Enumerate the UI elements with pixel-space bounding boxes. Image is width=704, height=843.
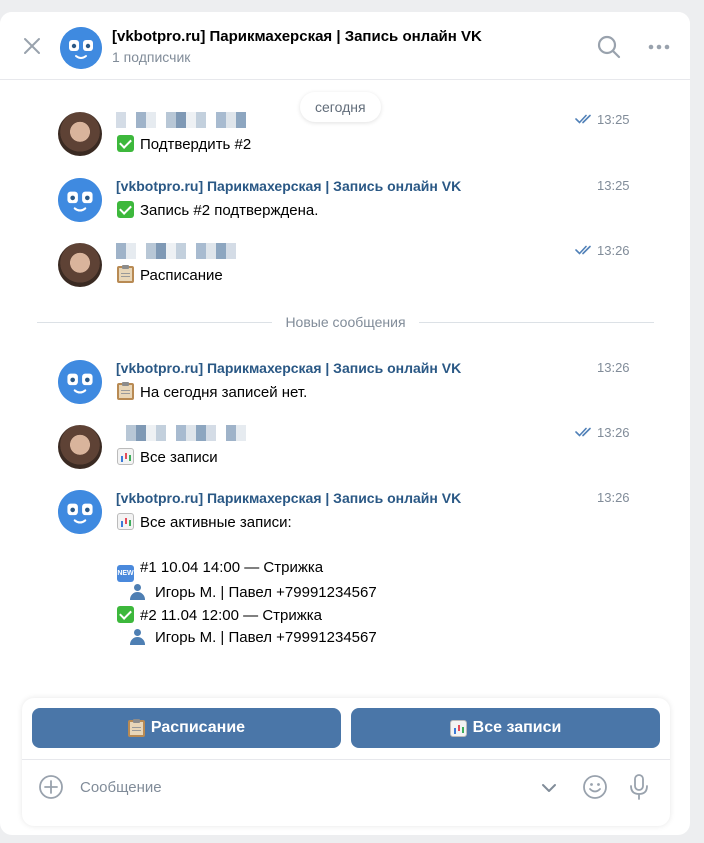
chat-window: [vkbotpro.ru] Парикмахерская | Запись он…: [0, 12, 690, 835]
user-message: 13:26 Расписание​: [0, 243, 690, 288]
schedule-button[interactable]: Расписание: [32, 708, 341, 748]
message-line: Подтвердить #2​: [117, 134, 251, 157]
bot-avatar[interactable]: [58, 490, 102, 534]
more-icon[interactable]: [646, 36, 672, 58]
divider-label: Новые сообщения: [276, 314, 415, 330]
check-mark-icon: [117, 135, 134, 152]
user-avatar[interactable]: [58, 112, 102, 156]
chat-header: [vkbotpro.ru] Парикмахерская | Запись он…: [0, 12, 690, 80]
message-line: NEW#1 10.04 14:00 — Стрижка​: [117, 557, 377, 582]
emoji-icon[interactable]: [582, 774, 608, 800]
bar-chart-icon: [117, 448, 134, 465]
user-message: 13:26 Все записи​: [0, 425, 690, 470]
bot-face-icon: [60, 27, 102, 69]
bar-chart-icon: [449, 719, 467, 737]
user-avatar[interactable]: [58, 425, 102, 469]
bar-chart-icon: [117, 513, 134, 530]
button-label: Расписание: [150, 719, 246, 736]
attach-icon[interactable]: [38, 774, 64, 800]
message-line: Запись #2 подтверждена.​: [117, 200, 318, 223]
composer: Расписание Все записи: [22, 698, 670, 826]
message-text: Подтвердить #2​: [117, 134, 251, 157]
message-line: Игорь М. | Павел +79991234567​: [117, 627, 377, 650]
sender-name-blurred[interactable]: [116, 112, 246, 128]
message-time: 13:26: [575, 425, 630, 440]
bot-message: [vkbotpro.ru] Парикмахерская | Запись он…: [0, 490, 690, 647]
new-badge-icon: NEW: [117, 565, 134, 582]
message-line: ​: [117, 535, 377, 558]
user-avatar[interactable]: [58, 243, 102, 287]
new-messages-divider: Новые сообщения: [37, 312, 654, 332]
sender-name[interactable]: [vkbotpro.ru] Парикмахерская | Запись он…: [116, 360, 461, 376]
message-line: Игорь М. | Павел +79991234567​: [117, 582, 377, 605]
bot-message: [vkbotpro.ru] Парикмахерская | Запись он…: [0, 178, 690, 223]
message-line: Все активные записи:​: [117, 512, 377, 535]
message-time: 13:25: [575, 112, 630, 127]
check-mark-icon: [117, 201, 134, 218]
user-silhouette-icon: [127, 628, 149, 645]
bot-avatar[interactable]: [58, 360, 102, 404]
chevron-down-icon[interactable]: [539, 778, 559, 798]
date-pill: сегодня: [300, 92, 381, 122]
bot-message: [vkbotpro.ru] Парикмахерская | Запись он…: [0, 360, 690, 405]
message-line: Расписание​: [117, 265, 223, 288]
message-time: 13:26: [597, 490, 630, 505]
bot-avatar[interactable]: [58, 178, 102, 222]
read-checkmarks-icon: [575, 114, 591, 124]
close-icon[interactable]: [20, 34, 44, 58]
chat-title[interactable]: [vkbotpro.ru] Парикмахерская | Запись он…: [112, 28, 482, 45]
message-line: #2 11.04 12:00 — Стрижка​: [117, 605, 377, 628]
user-silhouette-icon: [127, 583, 149, 600]
sender-name-blurred[interactable]: [116, 243, 246, 259]
clipboard-icon: [117, 265, 134, 283]
message-input[interactable]: [80, 776, 520, 798]
message-line: На сегодня записей нет.​: [117, 382, 307, 405]
message-time: 13:26: [575, 243, 630, 258]
message-text: Запись #2 подтверждена.​: [117, 200, 318, 223]
read-checkmarks-icon: [575, 427, 591, 437]
message-line: Все записи​: [117, 447, 218, 470]
message-text: Все записи​: [117, 447, 218, 470]
read-checkmarks-icon: [575, 245, 591, 255]
message-text: На сегодня записей нет.​: [117, 382, 307, 405]
microphone-icon[interactable]: [628, 773, 650, 801]
message-time: 13:25: [597, 178, 630, 193]
sender-name-blurred[interactable]: [116, 425, 246, 441]
sender-name[interactable]: [vkbotpro.ru] Парикмахерская | Запись он…: [116, 490, 461, 506]
message-history: сегодня Новые сообщения 13:25 Подтвердить…: [0, 80, 690, 700]
clipboard-icon: [127, 718, 145, 737]
check-mark-icon: [117, 605, 134, 623]
sender-name[interactable]: [vkbotpro.ru] Парикмахерская | Запись он…: [116, 178, 461, 194]
clipboard-icon: [117, 382, 134, 400]
message-text: Расписание​: [117, 265, 223, 288]
message-time: 13:26: [597, 360, 630, 375]
all-records-button[interactable]: Все записи: [351, 708, 660, 748]
chat-avatar[interactable]: [60, 27, 102, 69]
button-label: Все записи: [472, 719, 562, 736]
message-text: Все активные записи:​​NEW#1 10.04 14:00 …: [117, 512, 377, 650]
chat-subtitle[interactable]: 1 подписчик: [112, 49, 190, 65]
search-icon[interactable]: [596, 34, 622, 60]
